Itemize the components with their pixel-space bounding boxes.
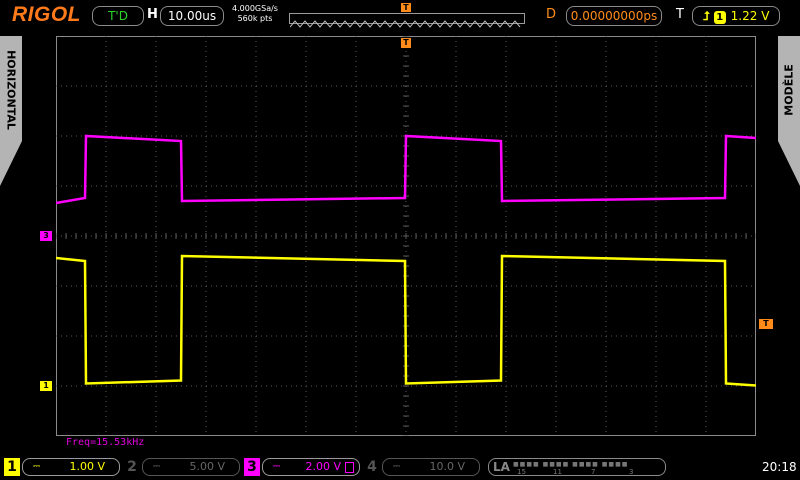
channel-2-scale-pill[interactable]: ⎓ 5.00 V <box>142 458 240 476</box>
ch3-offset-marker[interactable]: 3 <box>40 231 52 241</box>
channel-3-scale: 2.00 V <box>305 460 341 473</box>
template-menu-tab[interactable]: MODÈLE <box>778 36 800 186</box>
waveform-display[interactable] <box>55 35 757 437</box>
channel-1-scale-pill[interactable]: ⎓ 1.00 V <box>22 458 120 476</box>
channel-2-scale: 5.00 V <box>189 460 225 473</box>
dc-coupling-icon: ⎓ <box>273 462 281 472</box>
dc-coupling-icon: ⎓ <box>33 462 41 472</box>
trigger-label: T <box>676 7 684 22</box>
trigger-source-badge: 1 <box>713 11 726 24</box>
template-tab-label: MODÈLE <box>782 64 796 116</box>
channel-3-box[interactable]: 3 ⎓ 2.00 V <box>244 458 362 476</box>
logic-analyzer-label: LA <box>493 460 510 474</box>
dc-coupling-icon: ⎓ <box>393 462 401 472</box>
acquisition-info: 4.000GSa/s 560k pts <box>230 4 280 24</box>
horizontal-menu-tab[interactable]: HORIZONTAL <box>0 36 22 186</box>
top-status-bar: RIGOL T'D H 10.00us 4.000GSa/s 560k pts … <box>0 0 800 32</box>
channel-4-box[interactable]: 4 ⎓ 10.0 V <box>364 458 482 476</box>
trigger-status-badge[interactable]: T'D <box>92 6 144 26</box>
channel-1-number: 1 <box>4 458 20 476</box>
delay-label: D <box>546 7 557 22</box>
channel-1-scale: 1.00 V <box>69 460 105 473</box>
sample-rate: 4.000GSa/s <box>232 4 278 13</box>
channel-2-box[interactable]: 2 ⎓ 5.00 V <box>124 458 242 476</box>
memory-waveform-preview <box>289 20 521 28</box>
la-group-label: 7 <box>591 468 596 476</box>
la-group-label: 3 <box>629 468 634 476</box>
la-group-label: 11 <box>553 468 562 476</box>
ch1-waveform <box>55 254 757 387</box>
ch1-offset-marker[interactable]: 1 <box>40 381 52 391</box>
dc-coupling-icon: ⎓ <box>153 462 161 472</box>
channel-3-number: 3 <box>244 458 260 476</box>
rising-edge-icon: ⮥ <box>702 9 710 23</box>
channel-1-box[interactable]: 1 ⎓ 1.00 V <box>4 458 122 476</box>
bandwidth-limit-icon <box>345 462 354 473</box>
trigger-position-marker-icon[interactable]: T <box>401 3 411 12</box>
ch3-waveform <box>55 134 757 205</box>
channel-2-number: 2 <box>127 459 137 475</box>
frequency-measurement: Freq=15.53kHz <box>66 437 145 448</box>
horizontal-label: H <box>147 7 158 22</box>
clock: 20:18 <box>762 460 797 474</box>
logic-analyzer-box[interactable]: LA ■■■■ ■■■■ ■■■■ ■■■■ 15 11 7 3 <box>488 458 666 476</box>
trigger-time-marker-icon[interactable]: T <box>401 38 411 48</box>
channel-4-scale: 10.0 V <box>429 460 465 473</box>
trigger-settings[interactable]: ⮥ 1 1.22 V <box>692 6 780 26</box>
memory-overview-strip[interactable] <box>289 13 525 28</box>
logic-channel-indicators: ■■■■ ■■■■ ■■■■ ■■■■ <box>513 461 629 468</box>
trigger-level-readout: 1.22 V <box>730 9 770 23</box>
delay-readout[interactable]: 0.00000000ps <box>566 6 662 26</box>
timebase-readout[interactable]: 10.00us <box>160 6 224 26</box>
waveform-grid <box>55 35 757 437</box>
horizontal-tab-label: HORIZONTAL <box>4 50 18 130</box>
channel-status-bar: 1 ⎓ 1.00 V 2 ⎓ 5.00 V 3 ⎓ 2.00 V 4 ⎓ 10.… <box>0 456 800 480</box>
rigol-logo: RIGOL <box>12 3 81 26</box>
la-group-label: 15 <box>517 468 526 476</box>
channel-4-number: 4 <box>367 459 377 475</box>
memory-depth: 560k pts <box>237 14 273 23</box>
channel-3-scale-pill[interactable]: ⎓ 2.00 V <box>262 458 360 476</box>
trigger-level-marker-icon[interactable]: T <box>759 318 773 329</box>
channel-4-scale-pill[interactable]: ⎓ 10.0 V <box>382 458 480 476</box>
